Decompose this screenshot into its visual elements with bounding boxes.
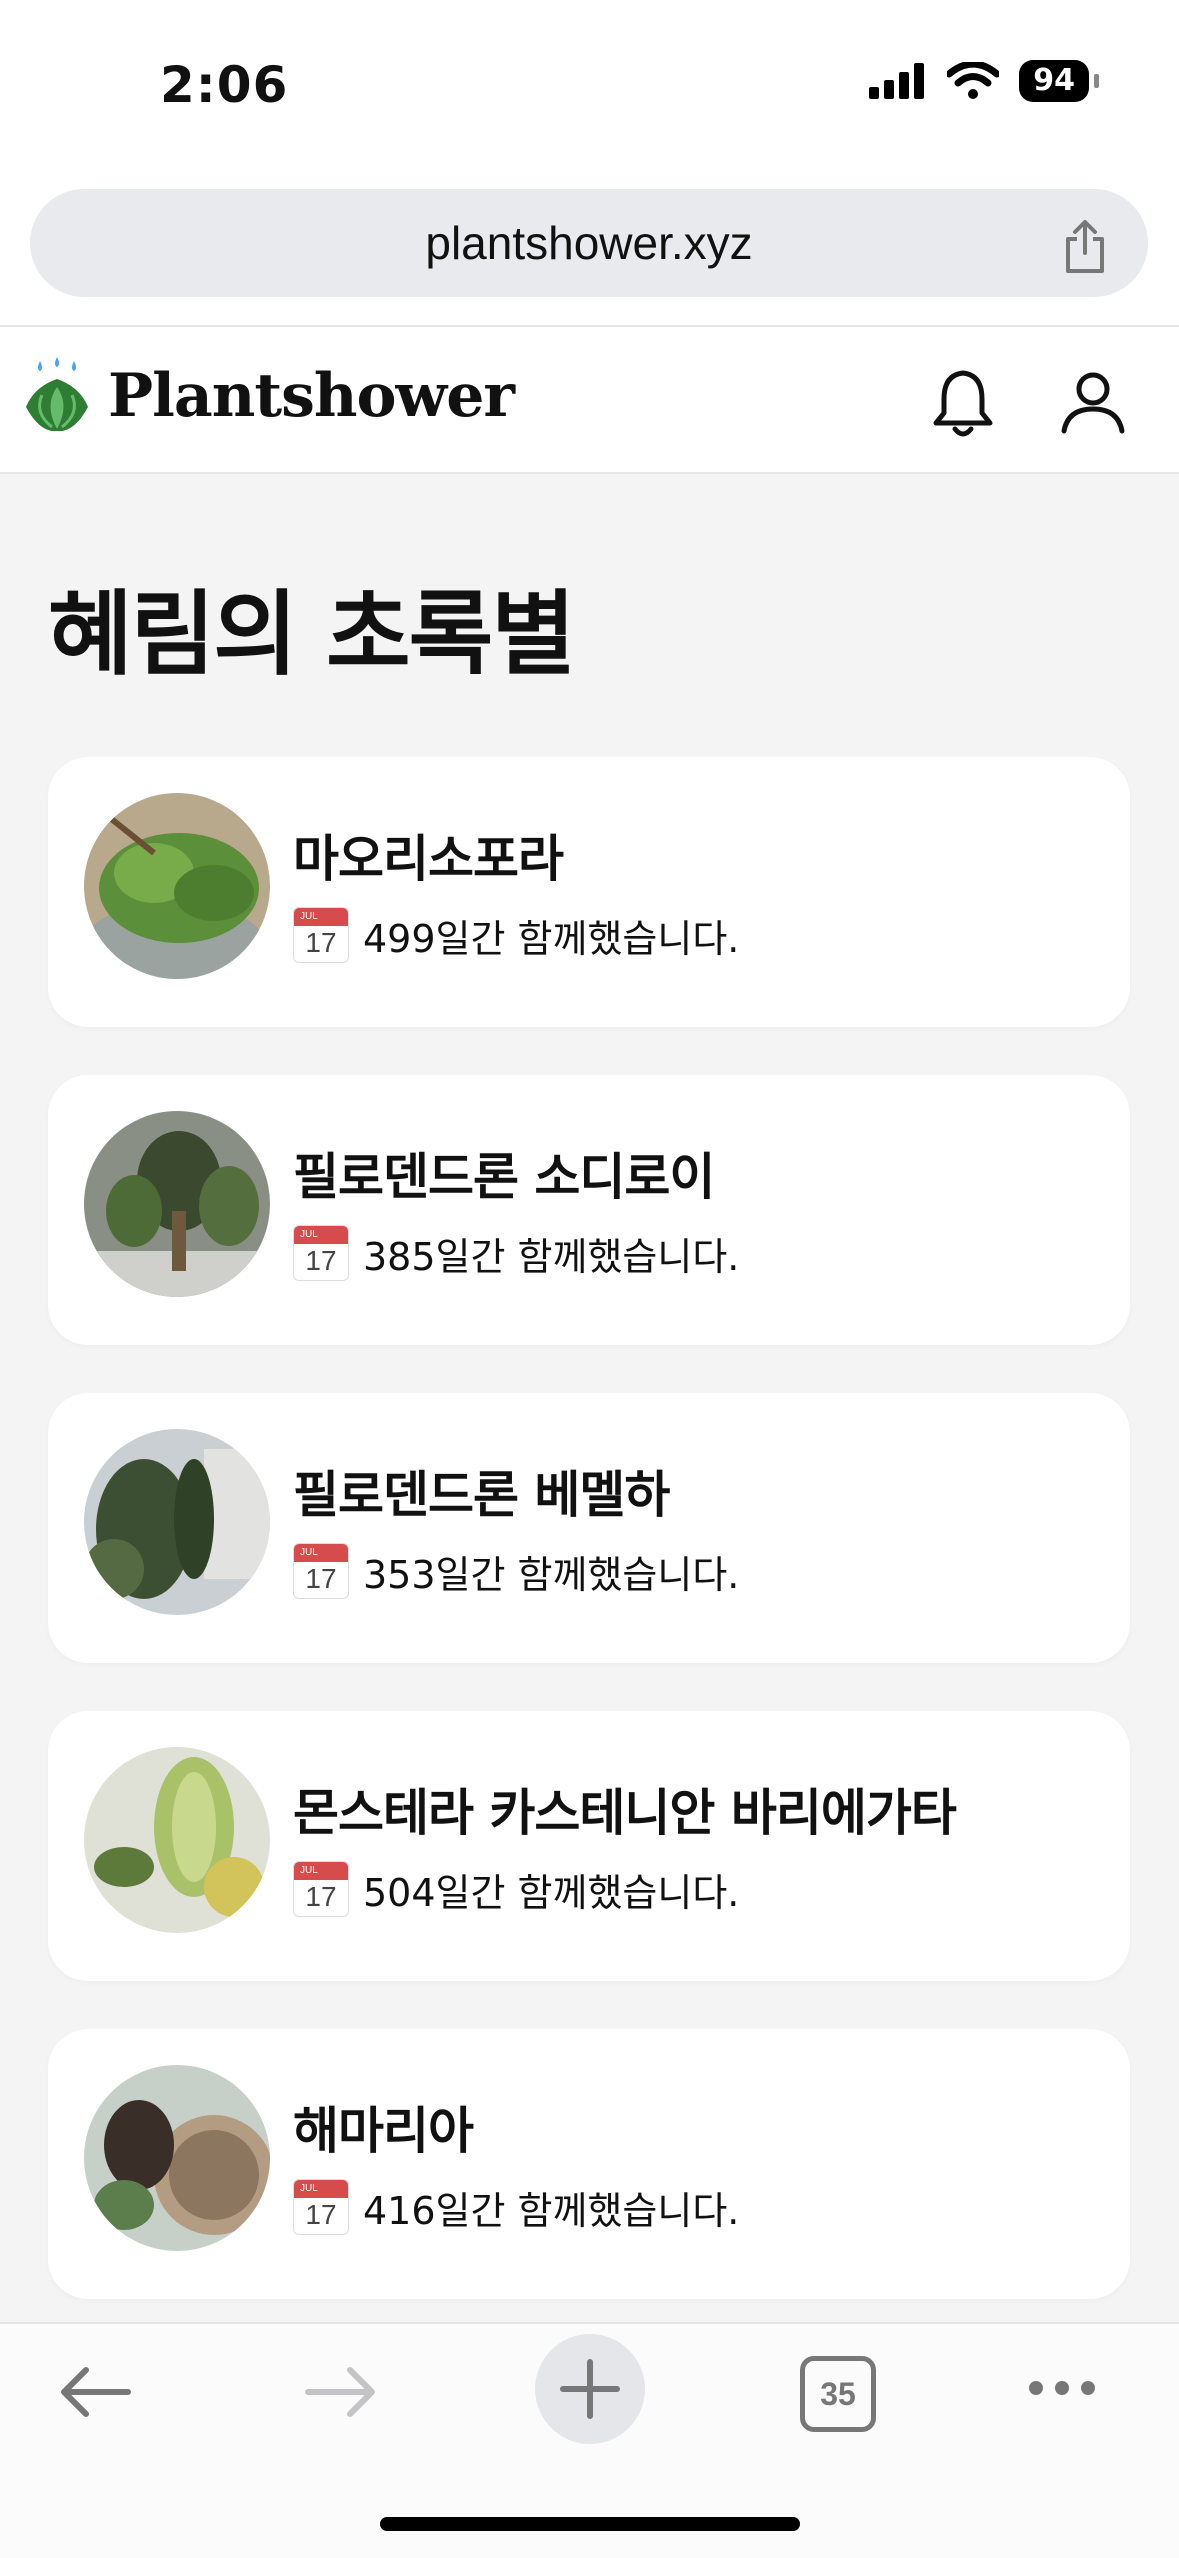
new-tab-button[interactable] [535, 2334, 645, 2444]
calendar-icon: JUL 17 [293, 2179, 349, 2235]
status-bar: 2:06 94 [0, 0, 1179, 175]
url-text[interactable]: plantshower.xyz [30, 189, 1148, 297]
calendar-icon: JUL 17 [293, 1225, 349, 1281]
plant-photo-image [84, 1111, 270, 1297]
plus-icon [560, 2359, 620, 2419]
plant-photo-image [84, 2065, 270, 2251]
plant-days: JUL 17 504일간 함께했습니다. [293, 1861, 739, 1917]
plant-card[interactable]: 몬스테라 카스테니안 바리에가타 JUL 17 504일간 함께했습니다. [48, 1711, 1130, 1981]
plant-photo-image [84, 1429, 270, 1615]
plant-name: 필로덴드론 베멜하 [293, 1466, 670, 1524]
status-icons: 94 [869, 60, 1099, 102]
plant-photo-image [84, 1747, 270, 1933]
notification-bell-icon[interactable] [928, 367, 998, 439]
calendar-icon: JUL 17 [293, 1543, 349, 1599]
plant-photo-image [84, 793, 270, 979]
days-together-text: 504일간 함께했습니다. [363, 1870, 740, 1915]
status-time: 2:06 [160, 56, 289, 114]
battery-indicator: 94 [1019, 60, 1099, 102]
plant-photo [84, 793, 270, 979]
calendar-icon: JUL 17 [293, 907, 349, 963]
days-together-text: 385일간 함께했습니다. [363, 1234, 740, 1279]
site-header: Plantshower [0, 327, 1179, 474]
plant-card[interactable]: 마오리소포라 JUL 17 499일간 함께했습니다. [48, 757, 1130, 1027]
plant-photo [84, 1111, 270, 1297]
home-indicator [380, 2517, 800, 2531]
plant-days: JUL 17 499일간 함께했습니다. [293, 907, 739, 963]
cellular-signal-icon [869, 63, 925, 99]
browser-address-area: plantshower.xyz [0, 175, 1179, 327]
plantshower-logo-icon[interactable] [22, 357, 92, 437]
plant-days: JUL 17 416일간 함께했습니다. [293, 2179, 739, 2235]
wifi-icon [947, 62, 1000, 99]
plant-days: JUL 17 385일간 함께했습니다. [293, 1225, 739, 1281]
plant-card[interactable]: 필로덴드론 소디로이 JUL 17 385일간 함께했습니다. [48, 1075, 1130, 1345]
plant-card[interactable]: 해마리아 JUL 17 416일간 함께했습니다. [48, 2029, 1130, 2299]
plant-photo [84, 2065, 270, 2251]
address-bar[interactable]: plantshower.xyz [30, 189, 1148, 297]
tab-switcher-button[interactable]: 35 [800, 2356, 876, 2432]
share-icon[interactable] [1060, 219, 1110, 275]
more-options-icon[interactable] [1026, 2376, 1098, 2400]
plant-list: 마오리소포라 JUL 17 499일간 함께했습니다. 필로덴드론 소디로이 J… [48, 757, 1130, 2347]
plant-name: 몬스테라 카스테니안 바리에가타 [293, 1784, 957, 1842]
brand-wordmark[interactable]: Plantshower [108, 361, 515, 431]
plant-name: 필로덴드론 소디로이 [293, 1148, 715, 1206]
plant-card[interactable]: 필로덴드론 베멜하 JUL 17 353일간 함께했습니다. [48, 1393, 1130, 1663]
calendar-icon: JUL 17 [293, 1861, 349, 1917]
days-together-text: 499일간 함께했습니다. [363, 916, 740, 961]
plant-name: 해마리아 [293, 2102, 474, 2160]
plant-days: JUL 17 353일간 함께했습니다. [293, 1543, 739, 1599]
page-title: 혜림의 초록별 [48, 581, 576, 688]
plant-photo [84, 1429, 270, 1615]
plant-photo [84, 1747, 270, 1933]
forward-arrow-icon[interactable] [304, 2364, 378, 2420]
days-together-text: 353일간 함께했습니다. [363, 1552, 740, 1597]
user-profile-icon[interactable] [1058, 367, 1128, 439]
days-together-text: 416일간 함께했습니다. [363, 2188, 740, 2233]
back-arrow-icon[interactable] [58, 2364, 132, 2420]
plant-name: 마오리소포라 [293, 830, 564, 888]
